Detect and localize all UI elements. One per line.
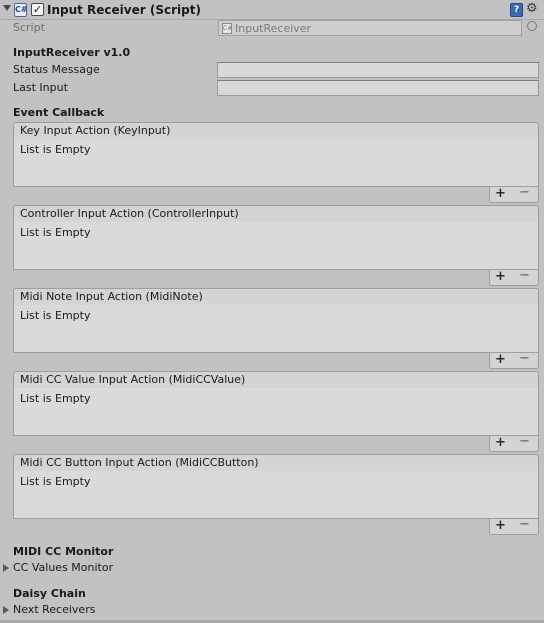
list-empty-text: List is Empty [20, 475, 91, 488]
component-header[interactable]: C# ✓ Input Receiver (Script) ? ⚙ [0, 0, 544, 20]
script-label: Script [13, 21, 45, 34]
script-field[interactable]: C# InputReceiver [218, 20, 522, 36]
list-body: List is Empty [13, 139, 539, 187]
list-footer: + − [489, 185, 539, 203]
remove-item-button[interactable]: − [519, 517, 530, 532]
list-empty-text: List is Empty [20, 392, 91, 405]
remove-item-button[interactable]: − [519, 351, 530, 366]
list-empty-text: List is Empty [20, 309, 91, 322]
enabled-checkbox[interactable]: ✓ [31, 3, 44, 16]
receiver-heading: InputReceiver v1.0 [13, 46, 131, 59]
gear-icon[interactable]: ⚙ [526, 1, 538, 16]
foldout-arrow-icon[interactable] [3, 564, 9, 572]
list-footer: + − [489, 268, 539, 286]
next-receivers-foldout[interactable]: Next Receivers [13, 603, 95, 616]
daisy-chain-heading: Daisy Chain [13, 587, 86, 600]
list-body: List is Empty [13, 305, 539, 353]
list-body: List is Empty [13, 388, 539, 436]
script-icon: C# [14, 3, 28, 17]
list-empty-text: List is Empty [20, 143, 91, 156]
last-input-field[interactable] [217, 80, 539, 96]
list-empty-text: List is Empty [20, 226, 91, 239]
add-item-button[interactable]: + [495, 269, 506, 284]
list-title: Key Input Action (KeyInput) [20, 124, 171, 137]
script-field-value: InputReceiver [235, 22, 312, 35]
list-footer: + − [489, 517, 539, 535]
list-header: Midi CC Button Input Action (MidiCCButto… [13, 454, 539, 472]
component-title: Input Receiver (Script) [47, 3, 201, 17]
script-file-icon: C# [222, 23, 233, 34]
list-title: Midi CC Value Input Action (MidiCCValue) [20, 373, 246, 386]
list-title: Midi Note Input Action (MidiNote) [20, 290, 203, 303]
remove-item-button[interactable]: − [519, 434, 530, 449]
last-input-label: Last Input [13, 81, 68, 94]
help-icon[interactable]: ? [510, 3, 523, 17]
list-footer: + − [489, 434, 539, 452]
add-item-button[interactable]: + [495, 518, 506, 533]
list-footer: + − [489, 351, 539, 369]
list-title: Midi CC Button Input Action (MidiCCButto… [20, 456, 259, 469]
list-title: Controller Input Action (ControllerInput… [20, 207, 239, 220]
remove-item-button[interactable]: − [519, 185, 530, 200]
add-item-button[interactable]: + [495, 435, 506, 450]
list-header: Midi Note Input Action (MidiNote) [13, 288, 539, 306]
add-item-button[interactable]: + [495, 186, 506, 201]
list-header: Midi CC Value Input Action (MidiCCValue) [13, 371, 539, 389]
list-header: Controller Input Action (ControllerInput… [13, 205, 539, 223]
list-body: List is Empty [13, 471, 539, 519]
remove-item-button[interactable]: − [519, 268, 530, 283]
status-message-label: Status Message [13, 63, 100, 76]
event-callback-heading: Event Callback [13, 106, 105, 119]
cc-values-monitor-foldout[interactable]: CC Values Monitor [13, 561, 113, 574]
midi-cc-monitor-heading: MIDI CC Monitor [13, 545, 114, 558]
foldout-arrow-icon[interactable] [3, 5, 11, 11]
object-picker-icon[interactable] [527, 21, 537, 31]
foldout-arrow-icon[interactable] [3, 606, 9, 614]
list-body: List is Empty [13, 222, 539, 270]
status-message-field[interactable] [217, 62, 539, 78]
add-item-button[interactable]: + [495, 352, 506, 367]
list-header: Key Input Action (KeyInput) [13, 122, 539, 140]
